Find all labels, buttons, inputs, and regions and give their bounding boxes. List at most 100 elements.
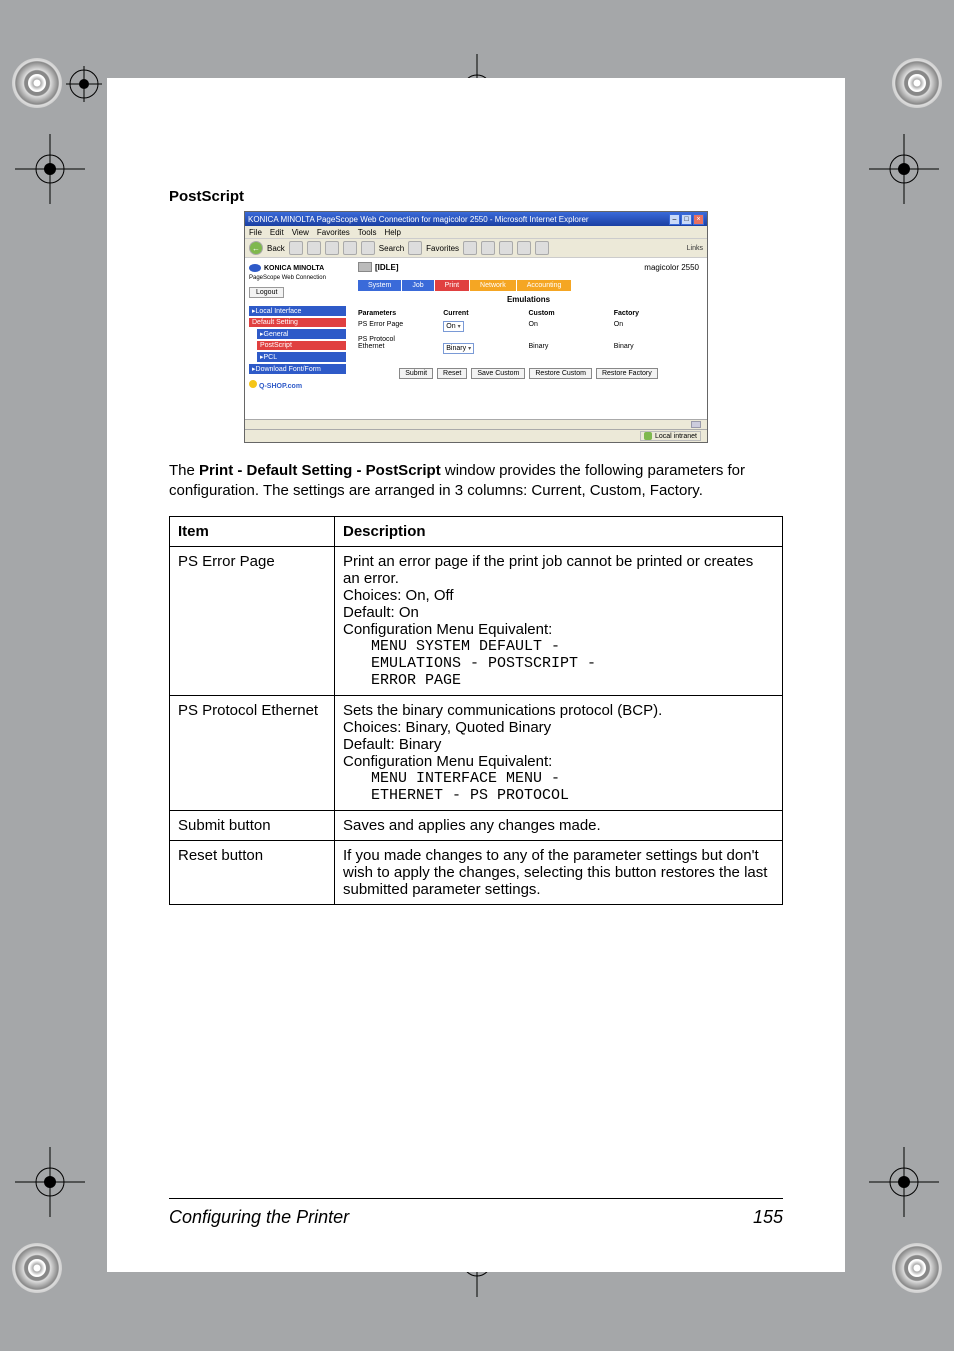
- sidebar-item-download[interactable]: ▸Download Font/Form: [249, 364, 346, 374]
- favorites-icon[interactable]: [408, 241, 422, 255]
- table-row: Reset buttonIf you made changes to any o…: [170, 840, 783, 904]
- description-cell: Sets the binary communications protocol …: [335, 695, 783, 810]
- sidebar-item-postscript[interactable]: PostScript: [257, 341, 346, 350]
- konica-logo-icon: [249, 264, 261, 272]
- sidebar: KONICA MINOLTA PageScope Web Connection …: [245, 258, 350, 419]
- table-row: Submit buttonSaves and applies any chang…: [170, 810, 783, 840]
- sidebar-item-pcl[interactable]: ▸PCL: [257, 352, 346, 362]
- favorites-label: Favorites: [426, 244, 459, 253]
- col-current: Current: [443, 310, 528, 317]
- sidebar-item-general[interactable]: ▸General: [257, 329, 346, 339]
- param-ps-error-page: PS Error Page: [358, 321, 443, 332]
- item-cell: Reset button: [170, 840, 335, 904]
- tab-network[interactable]: Network: [470, 280, 517, 291]
- logout-button[interactable]: Logout: [249, 287, 284, 298]
- zone-label: Local intranet: [655, 433, 697, 440]
- tab-job[interactable]: Job: [402, 280, 434, 291]
- ps-error-page-custom: On: [529, 321, 614, 332]
- close-icon[interactable]: ×: [693, 214, 704, 225]
- sidebar-item-default-setting[interactable]: Default Setting: [249, 318, 346, 327]
- description-cell: If you made changes to any of the parame…: [335, 840, 783, 904]
- menu-favorites[interactable]: Favorites: [317, 228, 350, 237]
- qshop-link[interactable]: Q-SHOP.com: [249, 380, 346, 390]
- restore-custom-button[interactable]: Restore Custom: [529, 368, 592, 379]
- menu-file[interactable]: File: [249, 228, 262, 237]
- back-label: Back: [267, 244, 285, 253]
- reset-button[interactable]: Reset: [437, 368, 467, 379]
- zone-icon: [644, 432, 652, 440]
- menu-help[interactable]: Help: [384, 228, 400, 237]
- menu-edit[interactable]: Edit: [270, 228, 284, 237]
- intro-paragraph: The Print - Default Setting - PostScript…: [169, 461, 783, 502]
- registration-mark-icon: [12, 58, 62, 108]
- param-ethernet: Ethernet: [358, 343, 443, 354]
- col-custom: Custom: [529, 310, 614, 317]
- ps-error-page-select[interactable]: On: [443, 321, 463, 332]
- minimize-icon[interactable]: –: [669, 214, 680, 225]
- tab-system[interactable]: System: [358, 280, 402, 291]
- forward-icon[interactable]: [289, 241, 303, 255]
- window-title: KONICA MINOLTA PageScope Web Connection …: [248, 215, 589, 224]
- printer-icon: [358, 262, 372, 272]
- section-title: PostScript: [169, 188, 783, 205]
- footer-title: Configuring the Printer: [169, 1207, 349, 1228]
- discuss-icon[interactable]: [535, 241, 549, 255]
- save-custom-button[interactable]: Save Custom: [471, 368, 525, 379]
- ps-error-page-factory: On: [614, 321, 699, 332]
- edit-icon[interactable]: [517, 241, 531, 255]
- emulations-header: Emulations: [358, 295, 699, 304]
- crop-mark-icon: [15, 134, 85, 204]
- refresh-icon[interactable]: [325, 241, 339, 255]
- links-label[interactable]: Links: [687, 245, 703, 252]
- intro-bold: Print - Default Setting - PostScript: [199, 462, 441, 479]
- menu-view[interactable]: View: [292, 228, 309, 237]
- idle-label: [IDLE]: [375, 263, 399, 272]
- tab-print[interactable]: Print: [435, 280, 470, 291]
- device-label: magicolor 2550: [644, 263, 699, 272]
- table-row: PS Protocol EthernetSets the binary comm…: [170, 695, 783, 810]
- home-icon[interactable]: [343, 241, 357, 255]
- description-cell: Print an error page if the print job can…: [335, 546, 783, 695]
- horizontal-scrollbar[interactable]: [245, 419, 707, 429]
- crop-mark-icon: [869, 1147, 939, 1217]
- registration-mark-icon: [12, 1243, 62, 1293]
- ethernet-factory: Binary: [614, 343, 699, 354]
- submit-button[interactable]: Submit: [399, 368, 433, 379]
- th-item: Item: [170, 516, 335, 546]
- table-row: PS Error PagePrint an error page if the …: [170, 546, 783, 695]
- maximize-icon[interactable]: □: [681, 214, 692, 225]
- search-icon[interactable]: [361, 241, 375, 255]
- menubar: File Edit View Favorites Tools Help: [245, 226, 707, 238]
- item-cell: Submit button: [170, 810, 335, 840]
- print-icon[interactable]: [499, 241, 513, 255]
- sidebar-item-local-interface[interactable]: ▸Local Interface: [249, 306, 346, 316]
- binding-mark-icon: [66, 66, 102, 102]
- statusbar: Local intranet: [245, 429, 707, 442]
- screenshot-container: KONICA MINOLTA PageScope Web Connection …: [244, 211, 708, 443]
- parameters-table: Item Description PS Error PagePrint an e…: [169, 516, 783, 905]
- back-icon[interactable]: ←: [249, 241, 263, 255]
- toolbar: ← Back Search Favorites Links: [245, 238, 707, 258]
- registration-mark-icon: [892, 58, 942, 108]
- brand-label: KONICA MINOLTA: [264, 265, 324, 272]
- crop-mark-icon: [869, 134, 939, 204]
- page-number: 155: [753, 1207, 783, 1228]
- scroll-thumb[interactable]: [691, 421, 701, 428]
- mail-icon[interactable]: [481, 241, 495, 255]
- window-titlebar: KONICA MINOLTA PageScope Web Connection …: [245, 212, 707, 226]
- col-parameters: Parameters: [358, 310, 443, 317]
- col-factory: Factory: [614, 310, 699, 317]
- menu-tools[interactable]: Tools: [358, 228, 377, 237]
- stop-icon[interactable]: [307, 241, 321, 255]
- ps-protocol-label: PS Protocol: [358, 336, 699, 343]
- item-cell: PS Error Page: [170, 546, 335, 695]
- history-icon[interactable]: [463, 241, 477, 255]
- ethernet-custom: Binary: [529, 343, 614, 354]
- restore-factory-button[interactable]: Restore Factory: [596, 368, 658, 379]
- tab-accounting[interactable]: Accounting: [517, 280, 573, 291]
- web-connection-label: PageScope Web Connection: [249, 275, 346, 281]
- description-cell: Saves and applies any changes made.: [335, 810, 783, 840]
- th-description: Description: [335, 516, 783, 546]
- item-cell: PS Protocol Ethernet: [170, 695, 335, 810]
- ethernet-select[interactable]: Binary: [443, 343, 474, 354]
